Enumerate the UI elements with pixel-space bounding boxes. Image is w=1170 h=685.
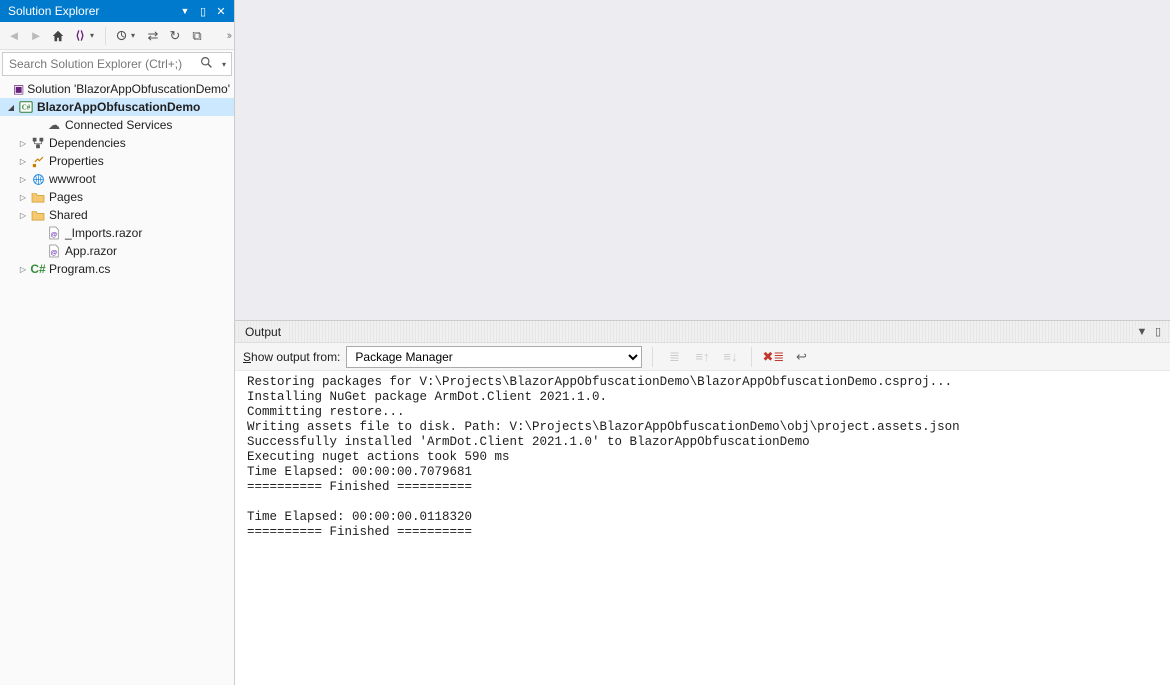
solution-explorer-search: ▾ — [2, 52, 232, 76]
tree-node-label: Solution 'BlazorAppObfuscationDemo' — [27, 82, 230, 96]
solution-explorer-panel: Solution Explorer ▼ ▯ ✕ ◄ ► ⟨⟩ ▾ ▾ ⇄ ↻ ⧉… — [0, 0, 235, 685]
find-message-in-code-icon[interactable]: ≣ — [663, 346, 685, 368]
tree-node-label: Connected Services — [65, 118, 172, 132]
show-output-from-label: Show output from: — [243, 350, 340, 364]
pin-icon[interactable]: ▯ — [1150, 325, 1166, 338]
tree-node-wwwroot[interactable]: wwwroot — [0, 170, 234, 188]
tree-node-imports-razor[interactable]: @ _Imports.razor — [0, 224, 234, 242]
razor-file-icon: @ — [46, 226, 62, 240]
svg-text:@: @ — [51, 249, 58, 256]
tree-node-label: Shared — [49, 208, 88, 222]
filter-icon[interactable] — [111, 26, 131, 46]
refresh-icon[interactable]: ↻ — [165, 26, 185, 46]
solution-explorer-toolbar: ◄ ► ⟨⟩ ▾ ▾ ⇄ ↻ ⧉ ›› — [0, 22, 234, 50]
expander-icon[interactable] — [16, 156, 30, 167]
solution-tree: ▣ Solution 'BlazorAppObfuscationDemo' C#… — [0, 78, 234, 685]
go-to-next-message-icon[interactable]: ≡↓ — [719, 346, 741, 368]
tree-node-label: Properties — [49, 154, 104, 168]
window-position-dropdown-icon[interactable]: ▼ — [176, 6, 194, 16]
dependencies-icon — [30, 136, 46, 150]
svg-text:C#: C# — [22, 104, 31, 112]
tree-node-label: BlazorAppObfuscationDemo — [37, 100, 200, 114]
output-title: Output — [239, 325, 287, 339]
tree-node-label: Program.cs — [49, 262, 110, 276]
tree-node-label: _Imports.razor — [65, 226, 142, 240]
toolbar-overflow-icon[interactable]: ›› — [227, 30, 230, 42]
back-icon[interactable]: ◄ — [4, 26, 24, 46]
svg-text:@: @ — [51, 231, 58, 238]
tree-node-project[interactable]: C# BlazorAppObfuscationDemo — [0, 98, 234, 116]
toolbar-separator — [652, 347, 653, 367]
clear-all-icon[interactable]: ✖≣ — [762, 346, 784, 368]
sync-with-active-document-icon[interactable]: ⇄ — [143, 26, 163, 46]
tree-node-pages[interactable]: Pages — [0, 188, 234, 206]
expander-icon[interactable] — [16, 138, 30, 149]
solution-icon: ▣ — [13, 82, 24, 96]
toolbar-separator — [751, 347, 752, 367]
window-position-dropdown-icon[interactable]: ▼ — [1134, 326, 1150, 338]
expander-icon[interactable] — [16, 210, 30, 221]
razor-file-icon: @ — [46, 244, 62, 258]
tree-node-app-razor[interactable]: @ App.razor — [0, 242, 234, 260]
toggle-word-wrap-icon[interactable]: ↩ — [790, 346, 812, 368]
tree-node-label: wwwroot — [49, 172, 96, 186]
tree-node-solution[interactable]: ▣ Solution 'BlazorAppObfuscationDemo' — [0, 80, 234, 98]
connected-services-icon: ☁ — [46, 118, 62, 132]
tree-node-shared[interactable]: Shared — [0, 206, 234, 224]
tree-node-connected-services[interactable]: ☁ Connected Services — [0, 116, 234, 134]
switch-views-dropdown-icon[interactable]: ▾ — [90, 31, 100, 40]
tree-node-label: App.razor — [65, 244, 117, 258]
ide-root: Solution Explorer ▼ ▯ ✕ ◄ ► ⟨⟩ ▾ ▾ ⇄ ↻ ⧉… — [0, 0, 1170, 685]
search-options-dropdown-icon[interactable]: ▾ — [217, 60, 231, 69]
switch-views-icon[interactable]: ⟨⟩ — [70, 26, 90, 46]
toolbar-separator — [105, 27, 106, 45]
output-titlebar: Output ▼ ▯ — [235, 321, 1170, 343]
csproj-icon: C# — [18, 100, 34, 114]
properties-icon — [30, 154, 46, 168]
home-icon[interactable] — [48, 26, 68, 46]
output-text-content[interactable]: Restoring packages for V:\Projects\Blazo… — [235, 371, 1170, 685]
expander-icon[interactable] — [16, 192, 30, 203]
folder-icon — [30, 208, 46, 222]
close-icon[interactable]: ✕ — [212, 5, 230, 18]
solution-explorer-titlebar: Solution Explorer ▼ ▯ ✕ — [0, 0, 234, 22]
solution-explorer-title: Solution Explorer — [4, 4, 176, 18]
tree-node-program-cs[interactable]: C# Program.cs — [0, 260, 234, 278]
tree-node-dependencies[interactable]: Dependencies — [0, 134, 234, 152]
expander-icon[interactable] — [16, 264, 30, 275]
go-to-previous-message-icon[interactable]: ≡↑ — [691, 346, 713, 368]
csharp-file-icon: C# — [30, 262, 46, 276]
collapse-all-icon[interactable]: ⧉ — [187, 26, 207, 46]
tree-node-label: Pages — [49, 190, 83, 204]
tree-node-label: Dependencies — [49, 136, 126, 150]
globe-icon — [30, 172, 46, 186]
expander-icon[interactable] — [16, 174, 30, 185]
pin-icon[interactable]: ▯ — [194, 5, 212, 18]
folder-icon — [30, 190, 46, 204]
search-icon[interactable] — [195, 56, 217, 72]
search-input[interactable] — [3, 57, 195, 71]
expander-icon[interactable] — [4, 102, 18, 113]
forward-icon[interactable]: ► — [26, 26, 46, 46]
output-toolbar: Show output from: Package Manager ≣ ≡↑ ≡… — [235, 343, 1170, 371]
tree-node-properties[interactable]: Properties — [0, 152, 234, 170]
output-source-select[interactable]: Package Manager — [346, 346, 642, 368]
filter-dropdown-icon[interactable]: ▾ — [131, 31, 141, 40]
editor-area — [235, 0, 1170, 320]
output-panel: Output ▼ ▯ Show output from: Package Man… — [235, 320, 1170, 685]
